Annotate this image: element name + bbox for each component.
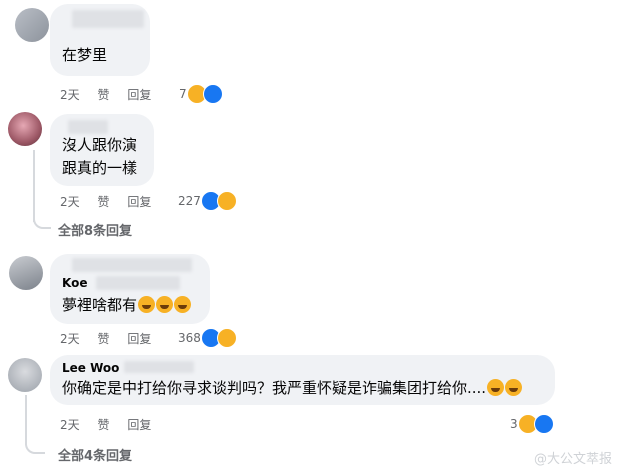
comment-text: 在梦里	[62, 46, 108, 64]
view-replies-link[interactable]: 全部8条回复	[58, 220, 132, 239]
comment-actions: 2天 赞 回复	[60, 416, 165, 433]
commenter-name[interactable]: Koe	[62, 258, 198, 290]
reply-button[interactable]: 回复	[127, 332, 151, 346]
timestamp[interactable]: 2天	[60, 195, 80, 209]
comment-actions: 2天 赞 回复	[60, 86, 165, 103]
like-button[interactable]: 赞	[97, 88, 109, 102]
like-icon	[202, 84, 223, 104]
timestamp[interactable]: 2天	[60, 418, 80, 432]
thread-connector	[33, 205, 51, 229]
timestamp[interactable]: 2天	[60, 88, 80, 102]
comment-bubble: Koe 夢裡啥都有	[50, 254, 210, 324]
haha-icon	[216, 328, 237, 348]
rofl-emoji	[156, 296, 174, 313]
reply-button[interactable]: 回复	[127, 418, 151, 432]
avatar[interactable]	[8, 112, 42, 146]
like-icon	[533, 414, 554, 434]
like-button[interactable]: 赞	[97, 332, 109, 346]
timestamp[interactable]: 2天	[60, 332, 80, 346]
comment-text: 跟真的一樣	[62, 159, 138, 177]
comment-actions: 2天 赞 回复	[60, 330, 165, 347]
comment-actions: 2天 赞 回复	[60, 193, 165, 210]
rofl-emoji	[505, 379, 523, 396]
reaction-summary[interactable]: 368	[178, 327, 237, 349]
comment-bubble: 沒人跟你演 跟真的一樣	[50, 114, 154, 186]
comment-text: 沒人跟你演	[62, 136, 138, 154]
rofl-emoji	[138, 296, 156, 313]
thread-connector	[25, 430, 45, 454]
avatar[interactable]	[15, 8, 49, 42]
reaction-summary[interactable]: 3	[510, 413, 554, 435]
commenter-name[interactable]: Lee Woo	[62, 361, 543, 375]
like-button[interactable]: 赞	[97, 195, 109, 209]
avatar[interactable]	[9, 256, 43, 290]
watermark: @大公文萃报	[533, 452, 612, 467]
reply-button[interactable]: 回复	[127, 195, 151, 209]
haha-icon	[216, 191, 237, 211]
rofl-emoji	[174, 296, 192, 313]
commenter-name[interactable]	[62, 10, 144, 28]
reaction-summary[interactable]: 227	[178, 190, 237, 212]
like-button[interactable]: 赞	[97, 418, 109, 432]
reaction-count: 368	[178, 331, 201, 345]
reply-button[interactable]: 回复	[127, 88, 151, 102]
reaction-summary[interactable]: 7	[179, 83, 223, 105]
comment-bubble: Lee Woo 你确定是中打给你寻求谈判吗？我严重怀疑是诈骗集团打给你....	[50, 355, 555, 405]
reaction-count: 7	[179, 87, 187, 101]
comment-bubble: 在梦里	[50, 4, 150, 76]
commenter-name[interactable]	[62, 120, 142, 134]
reaction-count: 227	[178, 194, 201, 208]
avatar[interactable]	[8, 358, 42, 392]
rofl-emoji	[487, 379, 505, 396]
comment-text: 你确定是中打给你寻求谈判吗？我严重怀疑是诈骗集团打给你....	[62, 377, 543, 400]
comment-text: 夢裡啥都有	[62, 294, 198, 317]
view-replies-link[interactable]: 全部4条回复	[58, 445, 132, 464]
reaction-count: 3	[510, 417, 518, 431]
